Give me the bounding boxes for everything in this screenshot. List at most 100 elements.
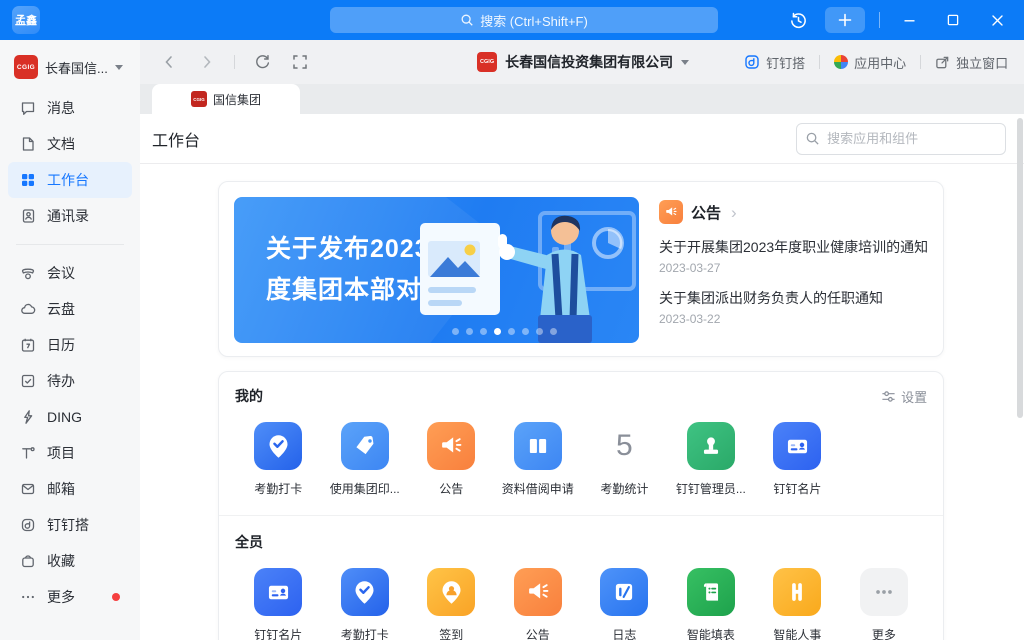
app-label: 考勤打卡 — [341, 626, 389, 640]
app-tile-attendance[interactable]: 考勤打卡 — [235, 422, 322, 497]
carousel-dot[interactable] — [536, 328, 543, 335]
avatar[interactable]: 孟鑫 — [12, 6, 40, 34]
app-label: 钉钉名片 — [254, 626, 302, 640]
carousel-dot[interactable] — [452, 328, 459, 335]
app-tile-announcement[interactable]: 公告 — [495, 568, 582, 640]
app-label: 钉钉管理员... — [676, 480, 746, 497]
contacts-icon — [20, 208, 36, 224]
org-selector[interactable]: CGIG 长春国信... — [0, 50, 140, 84]
chevron-down-icon — [115, 65, 123, 70]
carousel-dot[interactable] — [466, 328, 473, 335]
app-tile-group-seal[interactable]: 使用集团印... — [322, 422, 409, 497]
app-tile-attendance-stats[interactable]: 5 考勤统计 — [581, 422, 668, 497]
section-divider — [219, 515, 943, 516]
app-search-input[interactable] — [796, 123, 1006, 155]
my-apps-grid: 考勤打卡 使用集团印... 公告 — [235, 422, 927, 497]
titlebar: 孟鑫 搜索 (Ctrl+Shift+F) — [0, 0, 1024, 40]
standalone-window-link[interactable]: 独立窗口 — [935, 53, 1008, 72]
scrollbar-thumb[interactable] — [1017, 118, 1023, 418]
sidebar-item-label: 钉钉搭 — [47, 515, 89, 535]
app-tile-announcement[interactable]: 公告 — [408, 422, 495, 497]
apps-card: 我的 设置 考勤打卡 — [218, 371, 944, 640]
app-tile-dingtalk-card[interactable]: 钉钉名片 — [235, 568, 322, 640]
sidebar-item-ding[interactable]: DING — [8, 399, 132, 435]
history-icon — [789, 11, 808, 30]
back-button[interactable] — [158, 51, 180, 73]
refresh-icon — [254, 54, 271, 71]
sidebar-item-calendar[interactable]: 日历 — [8, 327, 132, 363]
close-button[interactable] — [982, 7, 1012, 33]
sidebar-item-contacts[interactable]: 通讯录 — [8, 198, 132, 234]
app-center-link[interactable]: 应用中心 — [834, 53, 906, 72]
dingtalk-da-label: 钉钉搭 — [766, 53, 805, 72]
app-tile-signin[interactable]: 签到 — [408, 568, 495, 640]
settings-button[interactable]: 设置 — [881, 387, 927, 406]
maximize-button[interactable] — [938, 7, 968, 33]
forward-button[interactable] — [196, 51, 218, 73]
carousel-dot[interactable] — [522, 328, 529, 335]
global-search-input[interactable]: 搜索 (Ctrl+Shift+F) — [330, 7, 718, 33]
app-tile-dingtalk-card[interactable]: 钉钉名片 — [754, 422, 841, 497]
sidebar: CGIG 长春国信... 消息 文档 工作台 通讯录 会议 云盘 — [0, 40, 140, 640]
announcement-list: 公告 › 关于开展集团2023年度职业健康培训的通知 2023-03-27 关于… — [659, 197, 928, 341]
tabstrip: CGIG 国信集团 — [140, 84, 1024, 114]
announcement-item[interactable]: 关于开展集团2023年度职业健康培训的通知 2023-03-27 — [659, 237, 928, 275]
sidebar-item-cloud-drive[interactable]: 云盘 — [8, 291, 132, 327]
sidebar-item-dingtalk-da[interactable]: 钉钉搭 — [8, 507, 132, 543]
announcement-header[interactable]: 公告 › — [659, 200, 928, 224]
close-icon — [991, 14, 1004, 27]
project-icon — [20, 445, 36, 461]
sidebar-item-meetings[interactable]: 会议 — [8, 255, 132, 291]
carousel-dot[interactable] — [508, 328, 515, 335]
sidebar-divider — [16, 244, 124, 245]
navbar: CGIG 长春国信投资集团有限公司 钉钉搭 应用中心 独立窗口 — [140, 40, 1024, 84]
lightning-icon — [20, 409, 36, 425]
carousel-dot[interactable] — [550, 328, 557, 335]
document-icon — [20, 136, 36, 152]
app-tile-more[interactable]: 更多 — [841, 568, 928, 640]
banner-carousel[interactable]: 关于发布2023年 度集团本部对各... — [234, 197, 639, 343]
attendance-stat-value: 5 — [600, 422, 648, 470]
sidebar-item-projects[interactable]: 项目 — [8, 435, 132, 471]
page-title: 工作台 — [152, 127, 200, 151]
sidebar-item-docs[interactable]: 文档 — [8, 126, 132, 162]
id-card-icon — [773, 422, 821, 470]
app-tile-attendance[interactable]: 考勤打卡 — [322, 568, 409, 640]
org-logo: CGIG — [14, 55, 38, 79]
minimize-button[interactable] — [894, 7, 924, 33]
app-tile-dingtalk-admin[interactable]: 钉钉管理员... — [668, 422, 755, 497]
app-tile-log[interactable]: 日志 — [581, 568, 668, 640]
app-label: 考勤统计 — [600, 480, 648, 497]
add-button[interactable] — [825, 7, 865, 33]
refresh-button[interactable] — [251, 51, 273, 73]
sidebar-item-mail[interactable]: 邮箱 — [8, 471, 132, 507]
announcement-item[interactable]: 关于集团派出财务负责人的任职通知 2023-03-22 — [659, 288, 928, 326]
smart-hr-icon — [773, 568, 821, 616]
cloud-icon — [20, 301, 36, 317]
app-tile-smart-hr[interactable]: 智能人事 — [754, 568, 841, 640]
org-title-dropdown[interactable]: CGIG 长春国信投资集团有限公司 — [477, 52, 689, 72]
app-label: 智能人事 — [773, 626, 821, 640]
dingtalk-da-link[interactable]: 钉钉搭 — [744, 53, 805, 72]
standalone-window-label: 独立窗口 — [956, 53, 1008, 72]
sidebar-item-more[interactable]: 更多 — [8, 579, 132, 615]
sidebar-item-messages[interactable]: 消息 — [8, 90, 132, 126]
carousel-dot-active[interactable] — [494, 328, 501, 335]
fullscreen-button[interactable] — [289, 51, 311, 73]
app-tile-material-borrow[interactable]: 资料借阅申请 — [495, 422, 582, 497]
app-tile-smart-form[interactable]: 智能填表 — [668, 568, 755, 640]
history-button[interactable] — [785, 7, 811, 33]
meeting-phone-icon — [20, 265, 36, 281]
sidebar-item-favorites[interactable]: 收藏 — [8, 543, 132, 579]
log-notebook-icon — [600, 568, 648, 616]
app-label: 使用集团印... — [330, 480, 400, 497]
tab-guoxin-group[interactable]: CGIG 国信集团 — [152, 84, 300, 114]
global-search-placeholder: 搜索 (Ctrl+Shift+F) — [480, 11, 588, 30]
main-area: CGIG 长春国信投资集团有限公司 钉钉搭 应用中心 独立窗口 — [140, 40, 1024, 640]
megaphone-icon — [514, 568, 562, 616]
sidebar-item-workbench[interactable]: 工作台 — [8, 162, 132, 198]
page-header: 工作台 — [140, 114, 1024, 164]
navbar-separator — [819, 55, 820, 69]
carousel-dot[interactable] — [480, 328, 487, 335]
sidebar-item-todo[interactable]: 待办 — [8, 363, 132, 399]
